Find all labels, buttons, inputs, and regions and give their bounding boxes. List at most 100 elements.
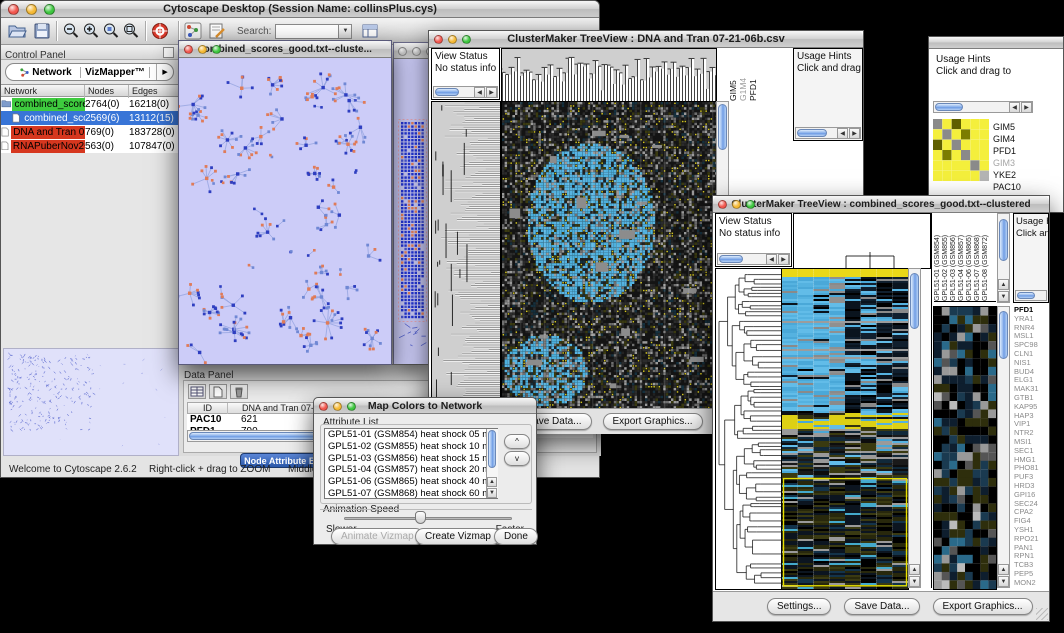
gene-label[interactable]: GIM5 [993,121,1059,133]
tv1-usage-scrollbar[interactable]: ◀ ▶ [795,127,861,139]
tab-overflow-arrow[interactable]: ▶ [157,64,173,80]
help-lifering-icon[interactable] [150,21,170,41]
expression-heatmap-canvas[interactable] [501,101,717,410]
tv2-usage-scrollbar[interactable] [1015,290,1047,301]
control-panel-tab[interactable]: Network [12,67,81,78]
row-dendrogram-canvas[interactable] [715,268,783,590]
speed-slider-track[interactable] [344,517,512,520]
attribute-list-vscrollbar[interactable]: ▲ ▼ [486,429,498,498]
minimize-button[interactable] [26,4,37,15]
tv2-heatmap-vscrollbar[interactable]: ▲ ▼ [908,268,921,588]
create-vizmap-button[interactable]: Create Vizmap [415,528,501,545]
attribute-list-item[interactable]: GPL51-02 (GSM855) heat shock 10 min [325,441,497,453]
treeview-action-button[interactable]: Export Graphics... [603,413,703,430]
close-button[interactable] [398,47,407,56]
speed-slider-thumb[interactable] [415,511,426,524]
search-dropdown-icon[interactable]: ▼ [339,24,352,39]
expression-heatmap-canvas[interactable] [781,268,909,590]
column-header[interactable]: Edges [129,85,179,98]
zoom-button[interactable] [462,35,471,44]
tv3-usage-scrollbar[interactable]: ◀ ▶ [933,101,1033,113]
move-up-button[interactable]: ^ [504,434,530,449]
column-label[interactable]: GPL51-04 (GSM857) [958,214,966,301]
tv2-labels-vscrollbar[interactable]: ▲ ▼ [997,213,1010,303]
animate-vizmap-button[interactable]: Animate Vizmap [331,528,424,545]
zoom-selected-icon[interactable] [101,21,121,41]
correlation-heatmap-canvas[interactable] [933,119,989,181]
tv3-titlebar[interactable] [929,37,1063,49]
column-header[interactable]: Nodes [85,85,129,98]
close-button[interactable] [8,4,19,15]
close-button[interactable] [434,35,443,44]
column-label[interactable]: GPL51-03 (GSM856) [950,214,958,301]
close-button[interactable] [718,200,727,209]
close-button[interactable] [319,402,328,411]
control-panel-tab[interactable]: VizMapper™ [81,67,150,78]
treeview-action-button[interactable]: Export Graphics... [933,598,1033,615]
network-canvas-2[interactable] [394,59,430,364]
attribute-list-item[interactable]: GPL51-04 (GSM857) heat shock 20 min [325,464,497,476]
attribute-browser-icon[interactable] [360,21,380,41]
dialog-titlebar[interactable]: Map Colors to Network [314,398,536,414]
treeview-action-button[interactable]: Settings... [767,598,831,615]
net2-titlebar[interactable] [394,43,430,59]
zoom-in-icon[interactable] [81,21,101,41]
zoom-out-icon[interactable] [61,21,81,41]
attribute-list-item[interactable]: GPL51-07 (GSM868) heat shock 60 min [325,488,497,499]
annotation-icon[interactable] [207,21,227,41]
attribute-list-item[interactable]: GPL51-01 (GSM854) heat shock 05 min [325,429,497,441]
zoom-fit-icon[interactable] [121,21,141,41]
open-file-icon[interactable] [7,21,27,41]
column-label[interactable]: GPL51-02 (GSM855) [942,214,950,301]
zoom-heatmap-canvas[interactable] [933,306,997,590]
tv2-zoom-vscrollbar[interactable]: ▲ ▼ [997,306,1010,588]
id-column-header[interactable]: ID [188,403,228,414]
row-dendrogram-canvas[interactable] [431,101,501,410]
tv2-status-scrollbar[interactable]: ◀ ▶ [717,253,790,265]
zoom-button[interactable] [44,4,55,15]
move-down-button[interactable]: v [504,451,530,466]
network-table-row[interactable]: RNAPuberNov2+I 563(0) 107847(0) [1,139,178,153]
network-canvas[interactable] [179,58,391,364]
done-button[interactable]: Done [494,528,538,545]
attribute-list-item[interactable]: GPL51-06 (GSM865) heat shock 40 min [325,476,497,488]
birdseye-view-canvas[interactable] [3,348,179,456]
network-table-row[interactable]: combined_scores 2764(0) 16218(0) [1,97,178,111]
network-table-row[interactable]: DNA and Tran 07 769(0) 183728(0) [1,125,178,139]
main-titlebar[interactable]: Cytoscape Desktop (Session Name: collins… [1,1,599,18]
gene-label[interactable]: PAC10 [993,181,1059,193]
tv1-status-scrollbar[interactable]: ◀ ▶ [433,86,498,98]
net1-titlebar[interactable]: combined_scores_good.txt--cluste... [179,41,391,58]
zoom-button[interactable] [746,200,755,209]
treeview-action-button[interactable]: Save Data... [844,598,919,615]
float-panel-icon[interactable] [163,47,174,58]
zoom-button[interactable] [212,45,221,54]
new-attribute-icon[interactable] [209,384,227,399]
resize-grip[interactable] [1036,608,1048,620]
gene-label[interactable]: GIM3 [993,157,1059,169]
save-icon[interactable] [32,21,52,41]
network-overview-icon[interactable] [183,21,203,41]
column-label[interactable]: GPL51-08 (GSM872) [982,214,990,301]
minimize-button[interactable] [198,45,207,54]
minimize-button[interactable] [333,402,342,411]
delete-attribute-icon[interactable] [230,384,248,399]
gene-label[interactable]: MON2 [1014,579,1050,588]
column-dendrogram-canvas[interactable] [793,213,931,269]
minimize-button[interactable] [732,200,741,209]
close-button[interactable] [184,45,193,54]
minimize-button[interactable] [448,35,457,44]
attribute-list-item[interactable]: GPL51-03 (GSM856) heat shock 15 min [325,453,497,465]
column-dendrogram-canvas[interactable] [501,48,717,102]
gene-label[interactable]: YKE2 [993,169,1059,181]
minimize-button[interactable] [412,47,421,56]
gene-label[interactable]: PFD1 [993,145,1059,157]
column-label[interactable]: GIM3 [758,49,759,101]
network-table-row[interactable]: combined_sco 2569(6) 13112(15) [1,111,178,125]
column-label[interactable]: GPL51-01 (GSM854) [934,214,942,301]
zoom-button[interactable] [347,402,356,411]
search-input[interactable] [275,24,339,39]
tv1-titlebar[interactable]: ClusterMaker TreeView : DNA and Tran 07-… [429,31,863,48]
table-mode-icon[interactable] [188,384,206,399]
tv2-titlebar[interactable]: ClusterMaker TreeView : combined_scores_… [713,196,1049,213]
